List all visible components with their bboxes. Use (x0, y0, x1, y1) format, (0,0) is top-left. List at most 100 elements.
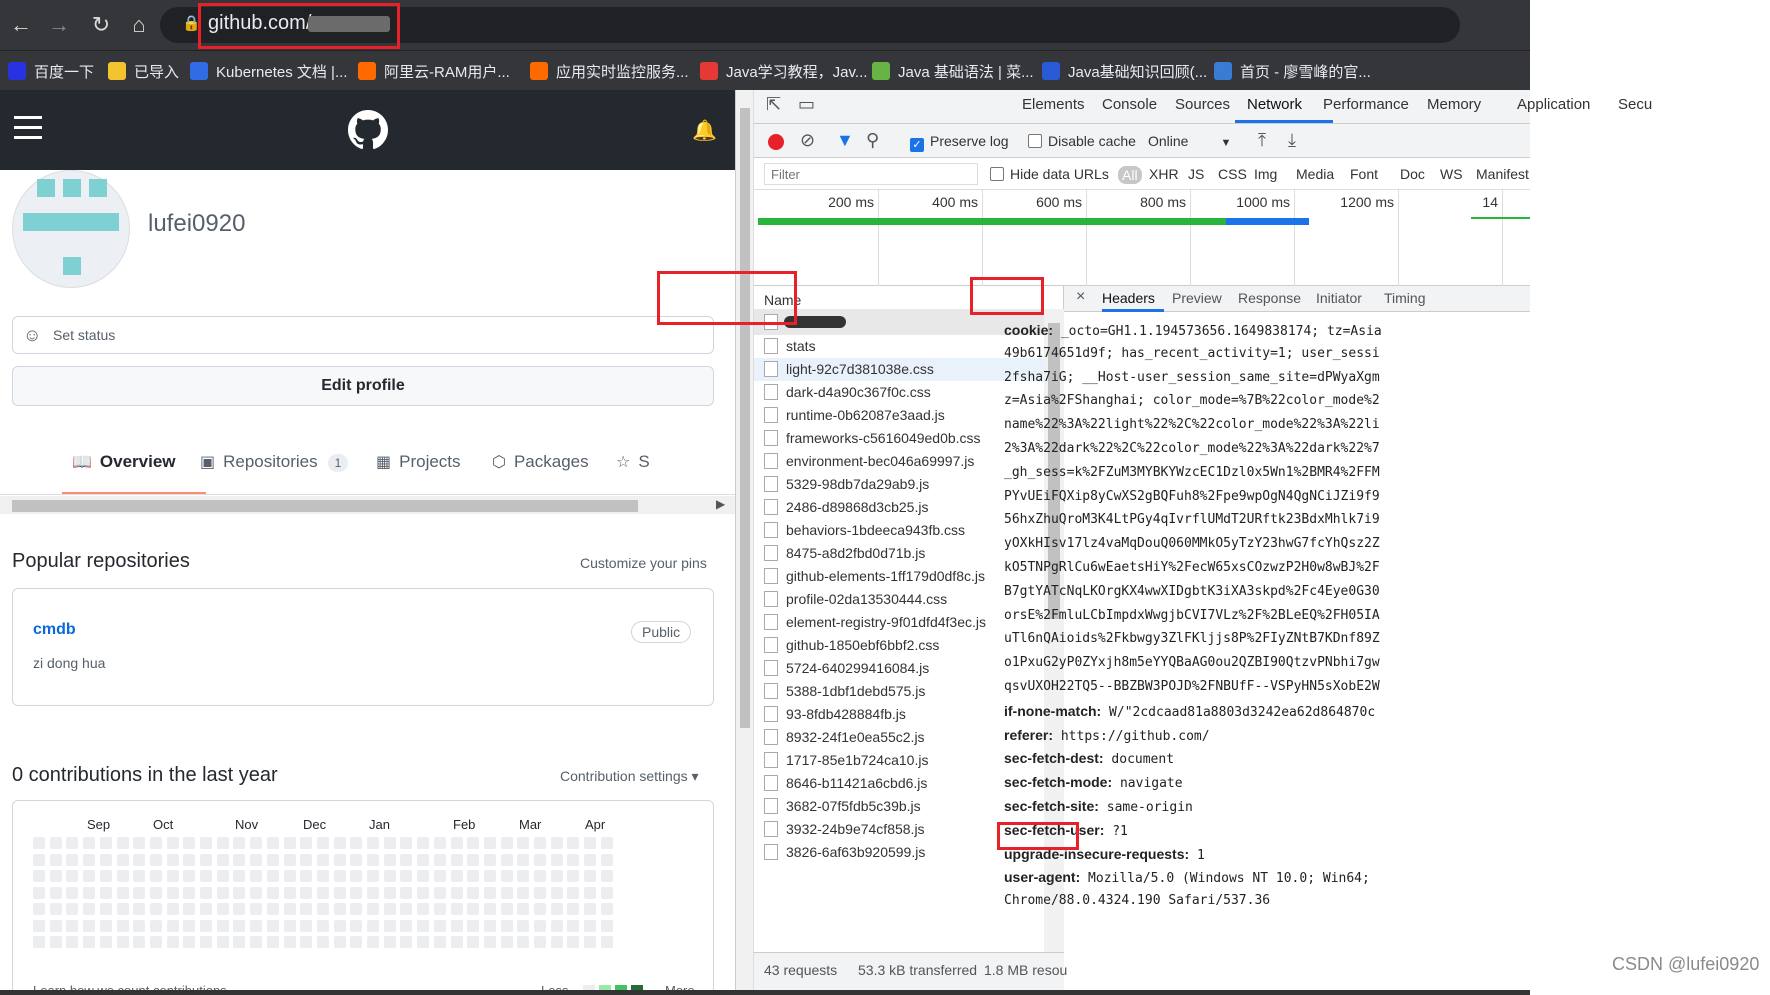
contribution-day[interactable] (166, 870, 179, 882)
contribution-day[interactable] (450, 853, 463, 866)
contribution-day[interactable] (500, 853, 513, 866)
set-status-button[interactable]: ☺ Set status (12, 316, 714, 354)
contribution-day[interactable] (200, 936, 212, 948)
inspect-element-icon[interactable]: ⇱ (766, 94, 781, 115)
request-row[interactable]: 5388-1dbf1debd575.js (754, 680, 1044, 703)
contribution-day[interactable] (49, 853, 62, 866)
contribution-day[interactable] (417, 870, 430, 882)
request-row[interactable]: dark-d4a90c367f0c.css (754, 381, 1044, 404)
contribution-day[interactable] (66, 919, 79, 932)
contribution-day[interactable] (33, 837, 45, 849)
contribution-day[interactable] (116, 936, 129, 948)
contribution-day[interactable] (33, 886, 45, 899)
contribution-day[interactable] (450, 936, 463, 948)
contribution-day[interactable] (83, 853, 96, 866)
contribution-day[interactable] (584, 853, 597, 866)
contribution-day[interactable] (417, 853, 430, 866)
contribution-day[interactable] (534, 903, 546, 915)
contribution-day[interactable] (467, 903, 480, 915)
contribution-day[interactable] (584, 837, 597, 849)
close-icon[interactable]: × (1076, 288, 1085, 306)
contribution-day[interactable] (149, 853, 162, 866)
contribution-day[interactable] (283, 837, 296, 849)
contribution-day[interactable] (166, 837, 179, 849)
contribution-day[interactable] (183, 936, 196, 948)
contribution-day[interactable] (383, 903, 396, 915)
request-row[interactable]: environment-bec046a69997.js (754, 450, 1044, 473)
request-row[interactable]: element-registry-9f01dfd4f3ec.js (754, 611, 1044, 634)
contribution-day[interactable] (149, 870, 162, 882)
contribution-day[interactable] (400, 870, 413, 882)
contribution-day[interactable] (467, 936, 480, 948)
request-row[interactable]: github-elements-1ff179d0df8c.js (754, 565, 1044, 588)
contribution-day[interactable] (216, 837, 229, 849)
request-row[interactable]: 8646-b11421a6cbd6.js (754, 772, 1044, 795)
contribution-day[interactable] (350, 870, 363, 882)
contribution-day[interactable] (233, 919, 246, 932)
contribution-day[interactable] (433, 886, 446, 899)
detail-tab-preview[interactable]: Preview (1172, 290, 1222, 306)
contribution-day[interactable] (500, 886, 513, 899)
contribution-day[interactable] (99, 853, 112, 866)
contribution-day[interactable] (517, 837, 530, 849)
type-filter-media[interactable]: Media (1296, 166, 1334, 182)
contribution-day[interactable] (266, 936, 279, 948)
contribution-day[interactable] (433, 853, 446, 866)
request-row[interactable]: 8932-24f1e0ea55c2.js (754, 726, 1044, 749)
contribution-day[interactable] (500, 870, 513, 882)
contribution-day[interactable] (250, 853, 263, 866)
contribution-day[interactable] (183, 886, 196, 899)
contribution-day[interactable] (400, 919, 413, 932)
contribution-day[interactable] (300, 936, 313, 948)
contribution-day[interactable] (300, 886, 313, 899)
contribution-day[interactable] (99, 903, 112, 915)
contribution-day[interactable] (433, 870, 446, 882)
contribution-day[interactable] (550, 853, 563, 866)
type-filter-manifest[interactable]: Manifest (1476, 166, 1529, 182)
contribution-day[interactable] (383, 837, 396, 849)
contribution-day[interactable] (600, 919, 613, 932)
contribution-day[interactable] (567, 886, 580, 899)
contribution-day[interactable] (567, 870, 580, 882)
contribution-day[interactable] (333, 936, 346, 948)
contribution-day[interactable] (367, 919, 379, 932)
contribution-day[interactable] (350, 919, 363, 932)
type-filter-css[interactable]: CSS (1218, 166, 1247, 182)
contribution-day[interactable] (183, 903, 196, 915)
contribution-day[interactable] (584, 919, 597, 932)
contribution-day[interactable] (600, 837, 613, 849)
contribution-day[interactable] (33, 936, 45, 948)
edit-profile-button[interactable]: Edit profile (12, 366, 714, 406)
contribution-day[interactable] (567, 919, 580, 932)
contribution-day[interactable] (467, 886, 480, 899)
contribution-day[interactable] (483, 837, 496, 849)
contribution-day[interactable] (166, 903, 179, 915)
contribution-day[interactable] (550, 919, 563, 932)
contribution-settings-dropdown[interactable]: Contribution settings ▾ (560, 768, 699, 785)
contribution-day[interactable] (550, 936, 563, 948)
devtools-tab-console[interactable]: Console (1102, 96, 1157, 113)
contribution-day[interactable] (400, 837, 413, 849)
contribution-day[interactable] (99, 919, 112, 932)
contribution-day[interactable] (417, 903, 430, 915)
contribution-day[interactable] (333, 853, 346, 866)
contribution-day[interactable] (534, 870, 546, 882)
detail-tab-initiator[interactable]: Initiator (1316, 290, 1362, 306)
contribution-day[interactable] (133, 903, 146, 915)
contribution-day[interactable] (283, 936, 296, 948)
request-row[interactable]: light-92c7d381038e.css (754, 358, 1044, 381)
contribution-day[interactable] (333, 870, 346, 882)
contribution-day[interactable] (216, 903, 229, 915)
request-row[interactable]: 8475-a8d2fbd0d71b.js (754, 542, 1044, 565)
throttling-select[interactable]: Online ▼ (1148, 133, 1231, 149)
tab-packages[interactable]: ⬡ Packages (492, 452, 589, 472)
contribution-day[interactable] (183, 870, 196, 882)
contribution-day[interactable] (500, 936, 513, 948)
contribution-day[interactable] (600, 853, 613, 866)
contribution-day[interactable] (433, 919, 446, 932)
contribution-day[interactable] (200, 837, 212, 849)
contribution-day[interactable] (233, 936, 246, 948)
detail-tab-headers[interactable]: Headers (1102, 290, 1155, 306)
tab-s[interactable]: ☆ S (616, 452, 650, 472)
contribution-day[interactable] (567, 903, 580, 915)
